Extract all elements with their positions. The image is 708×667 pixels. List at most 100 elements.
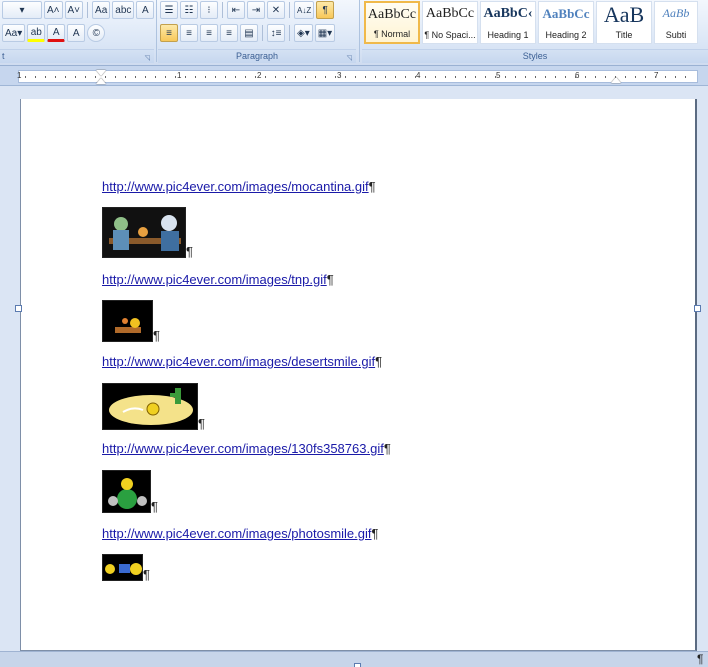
highlight-button[interactable]: ab xyxy=(27,24,46,42)
pilcrow-icon: ¶ xyxy=(322,4,328,16)
separator xyxy=(87,2,89,18)
borders-button[interactable]: ▦▾ xyxy=(314,24,336,42)
ruler-tick-mark xyxy=(625,76,626,78)
ruler-tick-mark xyxy=(395,76,396,78)
paragraph-group-label: Paragraph ◹ xyxy=(158,49,356,63)
shrink-font-button[interactable]: A˅ xyxy=(64,1,84,19)
ruler-tick-mark xyxy=(655,76,656,78)
ruler-tick-mark xyxy=(185,76,186,78)
hyperlink[interactable]: http://www.pic4ever.com/images/tnp.gif xyxy=(102,272,327,287)
style-sample: AaBb xyxy=(662,6,690,20)
ruler-tick-mark xyxy=(75,76,76,78)
phonetic-guide-button[interactable]: abc xyxy=(112,1,135,19)
ruler-tick-mark xyxy=(55,76,56,78)
justify-icon: ≡ xyxy=(226,27,232,39)
paragraph: http://www.pic4ever.com/images/130fs3587… xyxy=(102,441,391,456)
right-indent-marker[interactable] xyxy=(611,77,621,83)
align-left-icon: ≡ xyxy=(166,27,172,39)
style-normal[interactable]: AaBbCc ¶ Normal xyxy=(364,1,420,44)
photosmile-image[interactable] xyxy=(102,554,143,581)
enclose-characters-button[interactable]: © xyxy=(87,24,106,42)
character-shading-button[interactable]: A xyxy=(67,24,86,42)
align-right-button[interactable]: ≡ xyxy=(200,24,218,42)
ruler-number: 1 xyxy=(177,71,182,80)
document-page[interactable]: http://www.pic4ever.com/images/mocantina… xyxy=(20,99,697,651)
ruler-tick-mark xyxy=(525,76,526,78)
align-center-button[interactable]: ≡ xyxy=(180,24,198,42)
grow-font-button[interactable]: A˄ xyxy=(44,1,63,19)
justify-button[interactable]: ≡ xyxy=(220,24,238,42)
resize-handle-left[interactable] xyxy=(15,305,22,312)
ruler-tick-mark xyxy=(515,76,516,78)
style-no-spacing[interactable]: AaBbCc ¶ No Spaci... xyxy=(422,1,478,44)
ruler-tick-mark xyxy=(135,76,136,78)
resize-handle-right[interactable] xyxy=(694,305,701,312)
ruler-tick-mark xyxy=(175,76,176,78)
separator xyxy=(222,2,223,18)
ruler-tick-mark xyxy=(675,76,676,78)
decrease-indent-icon: ⇤ xyxy=(231,4,241,16)
ruler-tick-mark xyxy=(295,76,296,78)
change-case-label: Aa xyxy=(5,27,18,39)
dialog-launcher-icon[interactable]: ◹ xyxy=(347,52,352,65)
character-border-button[interactable]: A xyxy=(136,1,155,19)
bullets-icon: ☰ xyxy=(164,4,174,16)
font-color-button[interactable]: A xyxy=(47,24,66,42)
image-paragraph: ¶ xyxy=(102,383,205,430)
ruler-tick-mark xyxy=(355,76,356,78)
multilevel-list-button[interactable]: ⁝ xyxy=(200,1,218,19)
shading-button[interactable]: ◈▾ xyxy=(294,24,313,42)
mocantina-image[interactable] xyxy=(102,207,186,258)
style-title[interactable]: AaB Title xyxy=(596,1,652,44)
status-area: ¶ xyxy=(0,651,708,667)
style-subtitle[interactable]: AaBb Subti xyxy=(654,1,698,44)
drummer-image[interactable] xyxy=(102,470,151,513)
paragraph: http://www.pic4ever.com/images/tnp.gif¶ xyxy=(102,272,334,287)
image-paragraph: ¶ xyxy=(102,470,158,513)
chinese-layout-button[interactable]: ✕ xyxy=(267,1,285,19)
ruler-track: 1 1 2 3 4 5 6 7 xyxy=(17,70,698,84)
separator xyxy=(262,25,263,41)
increase-indent-button[interactable]: ⇥ xyxy=(247,1,265,19)
style-name: Heading 2 xyxy=(545,30,587,40)
style-sample: AaBbC‹ xyxy=(483,6,533,21)
group-divider xyxy=(359,0,360,62)
ruler-tick-mark xyxy=(265,76,266,78)
align-left-button[interactable]: ≡ xyxy=(160,24,178,42)
ruler-tick-mark xyxy=(535,76,536,78)
line-spacing-button[interactable]: ↕≡ xyxy=(267,24,285,42)
change-case-aa-button[interactable]: Aa ▾ xyxy=(2,24,26,42)
decrease-indent-button[interactable]: ⇤ xyxy=(227,1,245,19)
style-heading-1[interactable]: AaBbC‹ Heading 1 xyxy=(480,1,536,44)
hanging-indent-marker[interactable] xyxy=(96,78,106,84)
ruler-tick-mark xyxy=(345,76,346,78)
dialog-launcher-icon[interactable]: ◹ xyxy=(145,52,150,65)
change-case-button[interactable]: Aa xyxy=(92,1,111,19)
tnp-image[interactable] xyxy=(102,300,153,342)
ruler-tick-mark xyxy=(405,76,406,78)
hyperlink[interactable]: http://www.pic4ever.com/images/mocantina… xyxy=(102,179,369,194)
hyperlink[interactable]: http://www.pic4ever.com/images/desertsmi… xyxy=(102,354,375,369)
hyperlink[interactable]: http://www.pic4ever.com/images/photosmil… xyxy=(102,526,372,541)
align-right-icon: ≡ xyxy=(206,27,212,39)
separator xyxy=(289,25,290,41)
font-size-dropdown[interactable]: ▾ xyxy=(2,1,42,19)
ruler-number: 1 xyxy=(17,71,22,80)
style-heading-2[interactable]: AaBbCc Heading 2 xyxy=(538,1,594,44)
hyperlink[interactable]: http://www.pic4ever.com/images/130fs3587… xyxy=(102,441,384,456)
numbering-button[interactable]: ☷ xyxy=(180,1,198,19)
mocantina-graphic xyxy=(103,208,185,257)
sort-button[interactable]: A↓Z xyxy=(294,1,315,19)
horizontal-ruler[interactable]: 1 1 2 3 4 5 6 7 xyxy=(0,66,708,86)
distributed-button[interactable]: ▤ xyxy=(240,24,258,42)
ruler-tick-mark xyxy=(155,76,156,78)
ruler-tick-mark xyxy=(645,76,646,78)
show-hide-marks-button[interactable]: ¶ xyxy=(316,1,335,19)
ruler-tick-mark xyxy=(495,76,496,78)
font-group-row1: ▾ A˄ A˅ Aa abc A xyxy=(2,1,155,19)
bullets-button[interactable]: ☰ xyxy=(160,1,178,19)
desertsmile-image[interactable] xyxy=(102,383,198,430)
resize-handle-bottom[interactable] xyxy=(354,663,361,667)
paragraph-group-row1: ☰ ☷ ⁝ ⇤ ⇥ ✕ A↓Z ¶ xyxy=(160,1,335,19)
ruler-number: 2 xyxy=(257,71,262,80)
